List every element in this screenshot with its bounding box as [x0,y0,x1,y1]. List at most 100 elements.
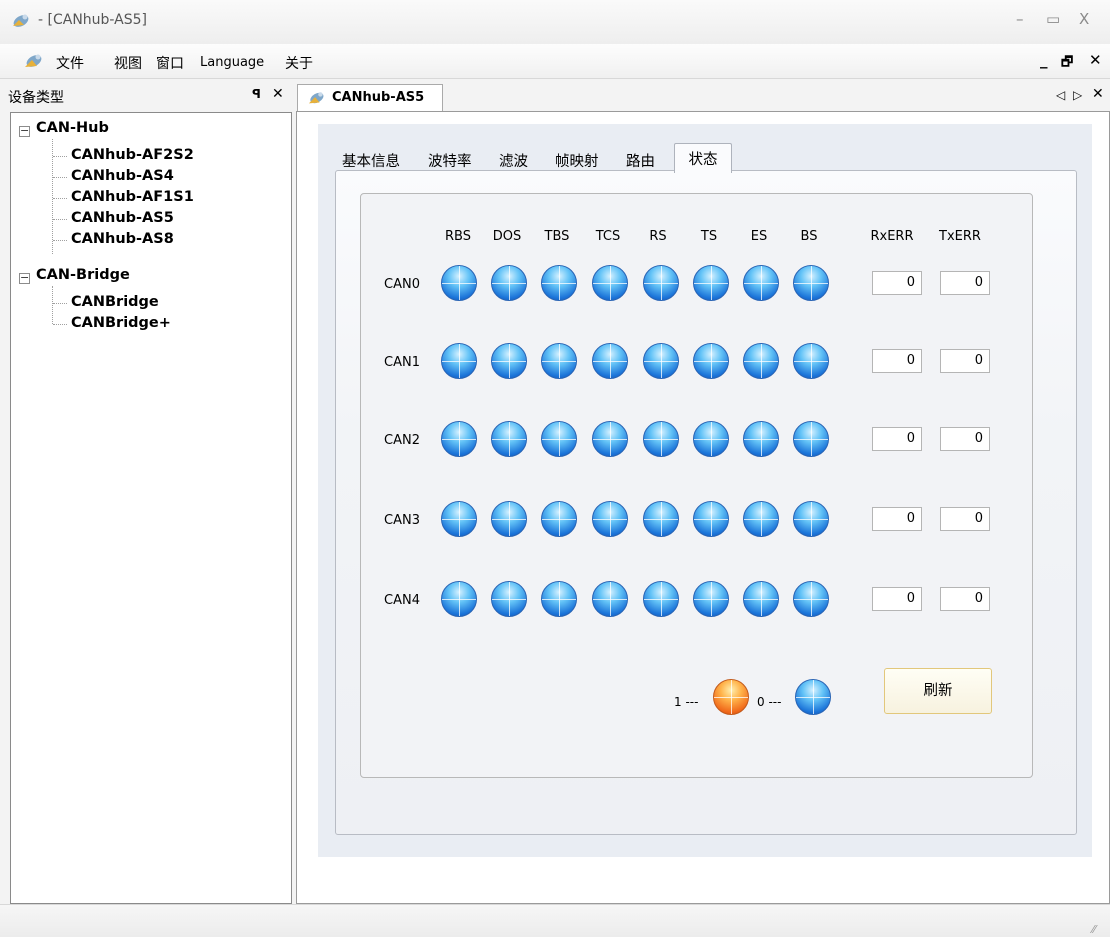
rxerr-field[interactable]: 0 [872,587,922,611]
minimize-button[interactable]: – [1016,10,1024,28]
led-highlight [610,582,611,616]
txerr-field[interactable]: 0 [940,427,990,451]
maximize-button[interactable]: ▭ [1046,10,1060,28]
led-highlight [610,266,611,300]
status-led [541,421,577,457]
led-highlight [559,344,560,378]
status-led [441,343,477,379]
mdi-minimize-button[interactable]: _ [1040,51,1048,69]
tree-line [53,198,67,199]
refresh-button[interactable]: 刷新 [884,668,992,714]
tree-line [53,156,67,157]
status-led [743,421,779,457]
tree-item-canhub-as8[interactable]: CANhub-AS8 [71,231,174,247]
status-led [643,265,679,301]
tab-filter[interactable]: 滤波 [499,150,528,171]
tree-item-canhub-as5[interactable]: CANhub-AS5 [71,210,174,226]
resize-grip-icon[interactable]: ⁄⁄ [1092,923,1096,936]
status-led [592,343,628,379]
status-led [592,265,628,301]
status-led [441,501,477,537]
tree-line [53,240,67,241]
tree-line [53,324,67,325]
collapse-icon[interactable]: − [19,272,30,284]
status-led [541,501,577,537]
tree-item-canhub-as4[interactable]: CANhub-AS4 [71,168,174,184]
status-led [693,421,729,457]
txerr-field[interactable]: 0 [940,271,990,295]
scroll-right-icon[interactable]: ▷ [1073,88,1082,102]
status-led [592,501,628,537]
status-led [793,421,829,457]
led-highlight [661,582,662,616]
led-highlight [509,582,510,616]
menu-view[interactable]: 视图 [114,53,142,73]
rxerr-field[interactable]: 0 [872,507,922,531]
led-highlight [559,582,560,616]
menu-language[interactable]: Language [200,55,264,70]
legend-led-blue [795,679,831,715]
tree-item-canbridge[interactable]: CANBridge [71,294,159,310]
tree-item-canbridge-plus[interactable]: CANBridge+ [71,315,171,331]
status-bar: ⁄⁄ [0,904,1110,937]
pin-icon[interactable]: ꟼ [252,87,261,101]
rxerr-field[interactable]: 0 [872,271,922,295]
led-highlight [711,422,712,456]
led-highlight [661,266,662,300]
status-led [693,343,729,379]
tab-status[interactable]: 状态 [674,143,732,173]
tab-frame-mapping[interactable]: 帧映射 [555,150,599,171]
row-label-can4: CAN4 [384,593,420,608]
document-close-button[interactable]: ✕ [1092,86,1104,102]
led-highlight [711,582,712,616]
app-icon [308,92,324,104]
led-highlight [811,344,812,378]
status-led [441,581,477,617]
window-title: - [CANhub-AS5] [38,12,147,28]
led-highlight [459,344,460,378]
status-led [541,343,577,379]
mdi-restore-button[interactable]: 🗗 [1061,53,1073,75]
menu-window[interactable]: 窗口 [156,53,184,73]
col-header-rxerr: RxERR [870,229,914,244]
status-led [541,581,577,617]
status-led [693,501,729,537]
led-highlight [661,422,662,456]
app-icon [25,54,42,67]
tab-routing[interactable]: 路由 [626,150,655,171]
status-led [643,343,679,379]
txerr-field[interactable]: 0 [940,587,990,611]
tree-item-canhub-af1s1[interactable]: CANhub-AF1S1 [71,189,194,205]
scroll-left-icon[interactable]: ◁ [1056,88,1065,102]
status-led [491,265,527,301]
txerr-field[interactable]: 0 [940,349,990,373]
led-highlight [711,266,712,300]
status-led [441,265,477,301]
menu-file[interactable]: 文件 [56,53,84,73]
tree-item-canhub-af2s2[interactable]: CANhub-AF2S2 [71,147,194,163]
rxerr-field[interactable]: 0 [872,349,922,373]
tab-basic-info[interactable]: 基本信息 [342,150,400,171]
close-button[interactable]: X [1079,10,1089,28]
legend-led-red [713,679,749,715]
led-highlight [761,266,762,300]
mdi-close-button[interactable]: ✕ [1089,51,1102,69]
status-led [693,581,729,617]
txerr-field[interactable]: 0 [940,507,990,531]
panel-close-button[interactable]: ✕ [272,86,284,102]
tree-line [53,303,67,304]
tab-baud-rate[interactable]: 波特率 [428,150,472,171]
collapse-icon[interactable]: − [19,125,30,137]
led-highlight [459,582,460,616]
status-led [592,421,628,457]
row-label-can1: CAN1 [384,355,420,370]
tree-node-can-hub[interactable]: CAN-Hub [36,120,109,136]
led-highlight [811,266,812,300]
menu-about[interactable]: 关于 [285,53,313,73]
tree-node-can-bridge[interactable]: CAN-Bridge [36,267,130,283]
document-tab[interactable]: CANhub-AS5 [297,84,443,112]
led-highlight [813,680,814,714]
rxerr-field[interactable]: 0 [872,427,922,451]
led-highlight [811,502,812,536]
row-label-can2: CAN2 [384,433,420,448]
